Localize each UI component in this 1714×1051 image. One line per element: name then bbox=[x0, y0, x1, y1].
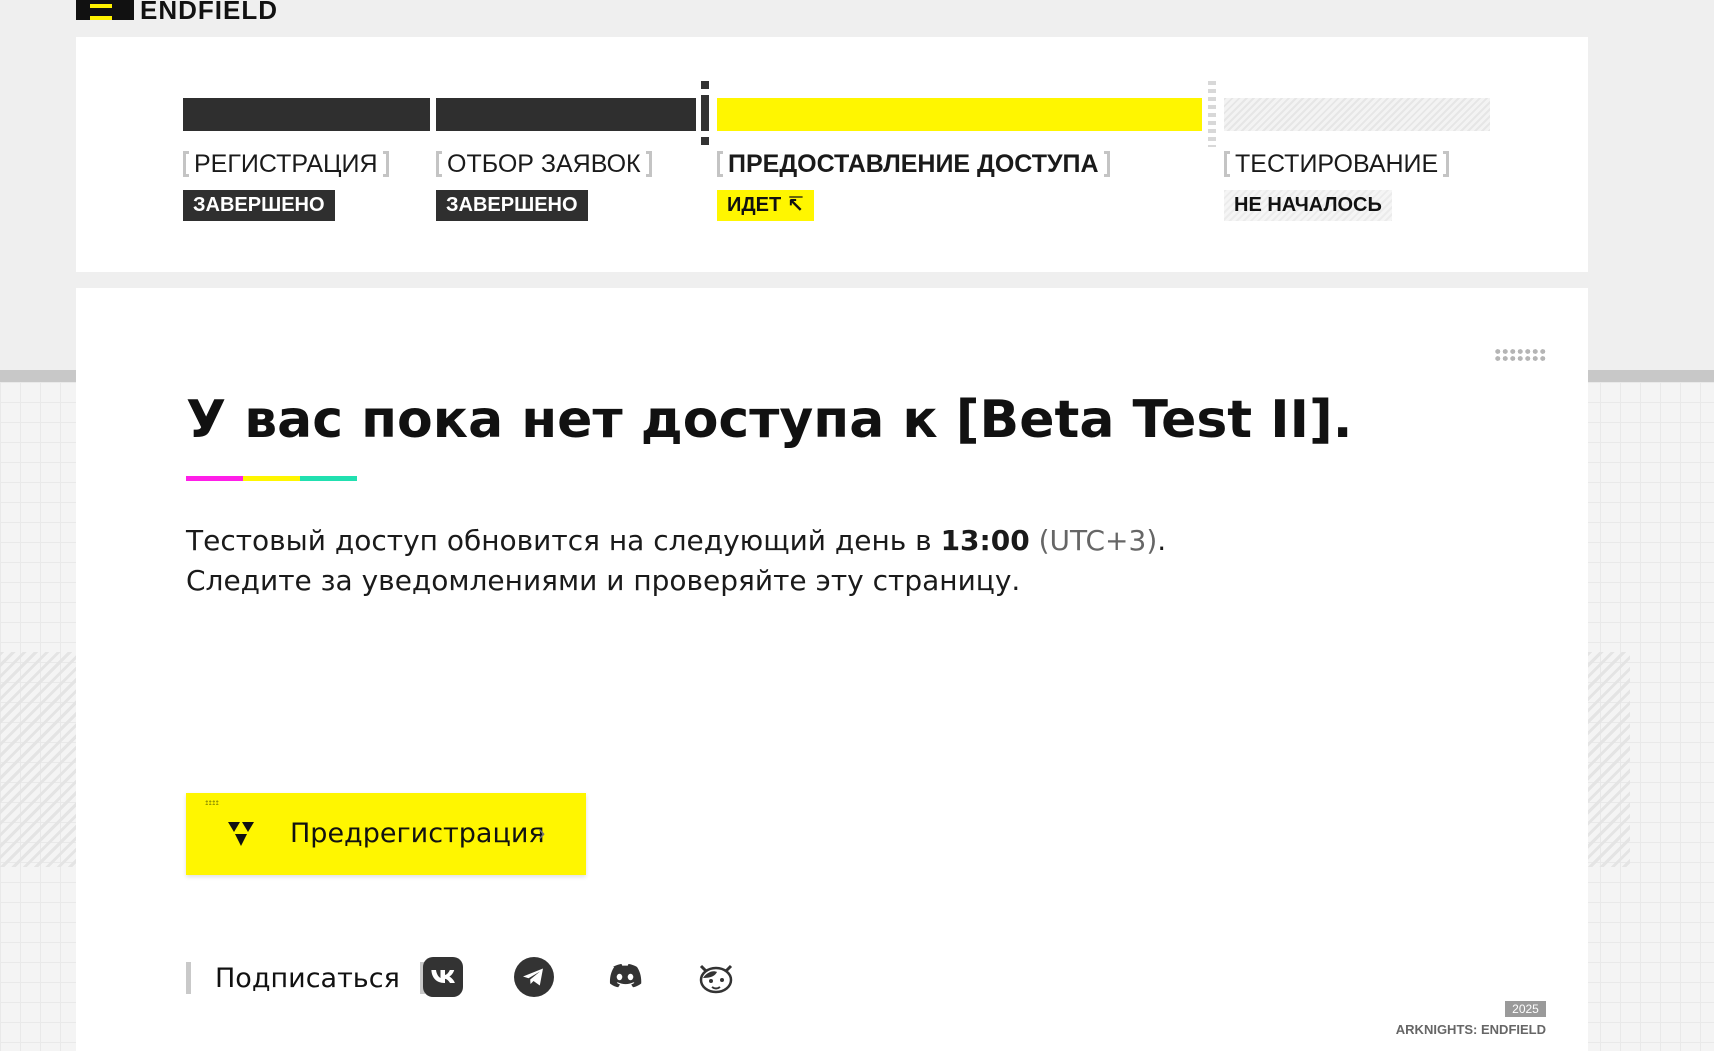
desc-line-2: Следите за уведомлениями и проверяйте эт… bbox=[186, 564, 1021, 597]
chevron-right-icon: › bbox=[538, 820, 546, 845]
refresh-time: 13:00 bbox=[940, 524, 1030, 557]
page-title: У вас пока нет доступа к [Beta Test II]. bbox=[186, 390, 1353, 450]
stage-label: РЕГИСТРАЦИЯ bbox=[183, 149, 389, 179]
status-badge: НЕ НАЧАЛОСЬ bbox=[1224, 190, 1392, 221]
telegram-icon[interactable] bbox=[513, 956, 555, 998]
stage-bar bbox=[436, 98, 696, 131]
timezone: (UTC+3) bbox=[1029, 524, 1158, 557]
stage-label: ТЕСТИРОВАНИЕ bbox=[1224, 149, 1450, 179]
stage-divider bbox=[1208, 81, 1216, 147]
underline-yellow bbox=[243, 476, 300, 481]
stage-bar bbox=[717, 98, 1202, 131]
stage-bar bbox=[1224, 98, 1490, 131]
mascot-icon[interactable] bbox=[695, 956, 737, 998]
status-badge: ЗАВЕРШЕНО bbox=[436, 190, 588, 221]
dots-grid-icon bbox=[1494, 348, 1546, 362]
logo[interactable]: ENDFIELD bbox=[76, 0, 278, 20]
stage-label: ПРЕДОСТАВЛЕНИЕ ДОСТУПА bbox=[717, 149, 1110, 179]
footer-brand: ARKNIGHTS: ENDFIELD bbox=[1395, 1022, 1546, 1037]
discord-icon[interactable] bbox=[604, 956, 646, 998]
subscribe-block: Подписаться bbox=[186, 958, 425, 998]
stage-label: ОТБОР ЗАЯВОК bbox=[436, 149, 652, 179]
decor-hatch-right bbox=[1588, 652, 1630, 867]
title-underline bbox=[186, 476, 357, 481]
logo-text: ENDFIELD bbox=[140, 0, 278, 20]
stage-bar bbox=[183, 98, 430, 131]
logo-mark-icon bbox=[76, 0, 134, 20]
status-badge: ЗАВЕРШЕНО bbox=[183, 190, 335, 221]
desc-line-1: Тестовый доступ обновится на следующий д… bbox=[186, 524, 1167, 557]
status-badge: ИДЕТ ↸ bbox=[717, 190, 814, 221]
preregistration-label: Предрегистрация bbox=[290, 818, 545, 849]
copyright-year: 2025 bbox=[1505, 1001, 1546, 1017]
progress-tracker: РЕГИСТРАЦИЯ ЗАВЕРШЕНО ОТБОР ЗАЯВОК ЗАВЕР… bbox=[76, 37, 1588, 272]
preregistration-button[interactable]: Предрегистрация › bbox=[186, 793, 586, 875]
endfield-triangle-icon bbox=[228, 822, 254, 846]
vk-icon[interactable] bbox=[422, 956, 464, 998]
underline-magenta bbox=[186, 476, 243, 481]
access-status-card: У вас пока нет доступа к [Beta Test II].… bbox=[76, 288, 1588, 1051]
decor-hatch-left bbox=[0, 652, 76, 867]
subscribe-label: Подписаться bbox=[215, 962, 400, 994]
underline-teal bbox=[300, 476, 357, 481]
dots-icon bbox=[205, 800, 219, 805]
current-stage-marker bbox=[701, 81, 709, 147]
access-description: Тестовый доступ обновится на следующий д… bbox=[186, 521, 1166, 601]
